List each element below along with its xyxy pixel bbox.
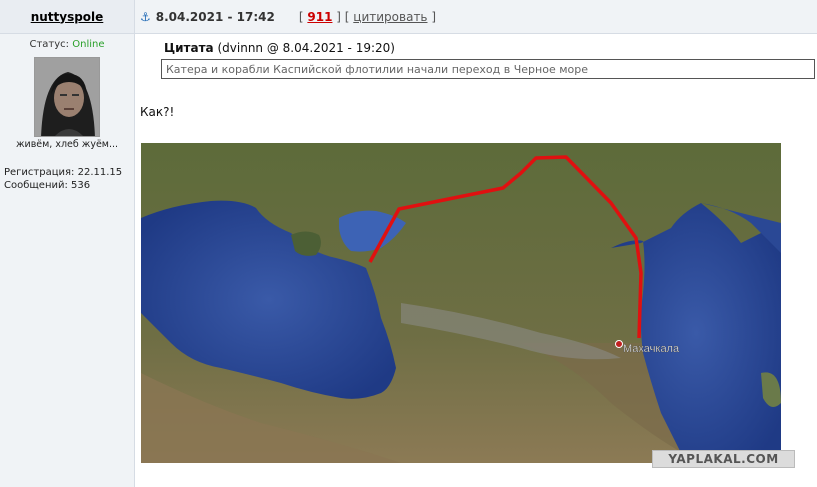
bracket-close: ] [431, 9, 437, 24]
user-signature: живём, хлеб жуём... [15, 139, 119, 150]
bracket-open: [ [298, 9, 304, 24]
status-label: Статус: [29, 39, 70, 50]
quote-title: Цитата (dvinnn @ 8.04.2021 - 19:20) [164, 41, 395, 55]
post-actions: [ 911 ] [ цитировать ] [299, 10, 436, 24]
anchor-icon[interactable]: ⚓ [140, 10, 151, 24]
quote-source: (dvinnn @ 8.04.2021 - 19:20) [217, 41, 395, 55]
map-graphic: Махачкала [141, 143, 781, 463]
rating-link[interactable]: 911 [307, 10, 332, 24]
status-line: Статус: Online [0, 39, 134, 50]
post-body-text: Как?! [140, 105, 175, 119]
post-meta: ⚓ 8.04.2021 - 17:42 [ 911 ] [ цитировать… [135, 0, 817, 34]
post-date: 8.04.2021 - 17:42 [155, 9, 275, 24]
avatar-image [35, 58, 99, 136]
post-header: nuttyspole ⚓ 8.04.2021 - 17:42 [ 911 ] [… [0, 0, 817, 34]
user-sidebar: Статус: Online живём, хлеб жуём... Регис… [0, 34, 135, 487]
quote-button[interactable]: цитировать [353, 10, 427, 24]
bracket-mid: ] [ [336, 9, 350, 24]
quote-box: Катера и корабли Каспийской флотилии нач… [161, 59, 815, 79]
quote-label: Цитата [164, 41, 214, 55]
post-content: Цитата (dvinnn @ 8.04.2021 - 19:20) Кате… [136, 34, 817, 487]
status-value: Online [72, 39, 105, 50]
map-image[interactable]: Махачкала [141, 143, 781, 463]
city-label: Махачкала [623, 343, 680, 355]
author-cell: nuttyspole [0, 0, 135, 34]
user-stats: Регистрация: 22.11.15 Сообщений: 536 [0, 166, 134, 192]
author-name-link[interactable]: nuttyspole [31, 10, 104, 24]
message-count: Сообщений: 536 [4, 180, 91, 191]
avatar[interactable] [34, 57, 100, 137]
site-watermark: YAPLAKAL.COM [652, 450, 795, 468]
registration-date: Регистрация: 22.11.15 [4, 167, 123, 178]
